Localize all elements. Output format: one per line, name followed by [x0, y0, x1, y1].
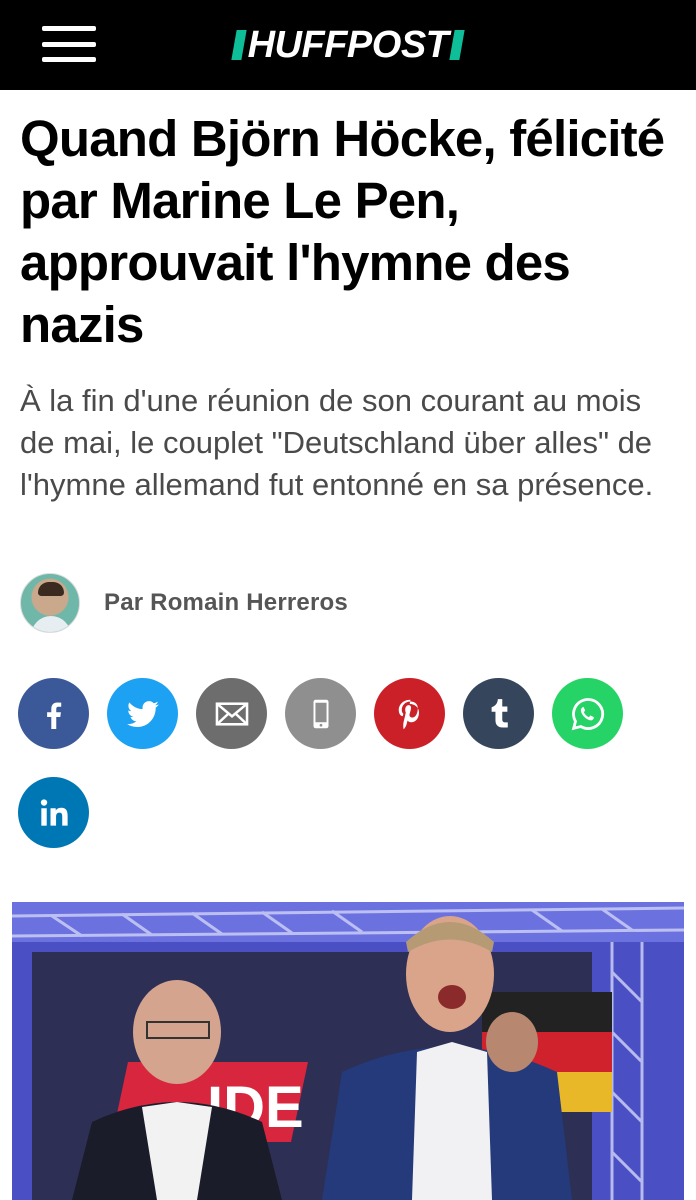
author-avatar[interactable]	[20, 573, 80, 633]
sms-icon	[313, 699, 328, 728]
avatar-hair	[38, 582, 64, 596]
share-twitter-button[interactable]	[107, 678, 178, 749]
author-name[interactable]: Par Romain Herreros	[104, 589, 348, 617]
share-pinterest-button[interactable]	[374, 678, 445, 749]
avatar-shirt	[31, 616, 71, 632]
hero-photo-illustration: IDE	[12, 902, 684, 1200]
pinterest-icon	[398, 699, 419, 729]
menu-line	[42, 41, 96, 47]
email-icon	[215, 701, 248, 726]
logo-left-bar	[230, 30, 247, 60]
hamburger-menu-icon[interactable]	[42, 26, 96, 62]
share-whatsapp-button[interactable]	[552, 678, 623, 749]
share-sms-button[interactable]	[285, 678, 356, 749]
article-headline: Quand Björn Höcke, félicité par Marine L…	[20, 110, 665, 353]
article-byline: Par Romain Herreros	[20, 573, 348, 633]
huffpost-logo[interactable]: HUFFPOST	[230, 23, 466, 67]
tumblr-icon	[491, 698, 508, 727]
menu-line	[42, 57, 96, 62]
article-standfirst: À la fin d'une réunion de son courant au…	[20, 383, 654, 502]
linkedin-icon	[40, 798, 68, 826]
twitter-icon	[126, 700, 159, 727]
share-tumblr-button[interactable]	[463, 678, 534, 749]
facebook-icon	[46, 701, 61, 729]
share-buttons	[18, 678, 658, 848]
logo-right-bar	[449, 30, 466, 60]
top-navigation-bar: HUFFPOST	[0, 0, 696, 90]
article-hero-image[interactable]: IDE	[12, 902, 684, 1200]
menu-line	[42, 26, 96, 31]
share-email-button[interactable]	[196, 678, 267, 749]
whatsapp-icon	[571, 697, 604, 730]
share-linkedin-button[interactable]	[18, 777, 89, 848]
share-facebook-button[interactable]	[18, 678, 89, 749]
logo-text: HUFFPOST	[247, 23, 449, 66]
